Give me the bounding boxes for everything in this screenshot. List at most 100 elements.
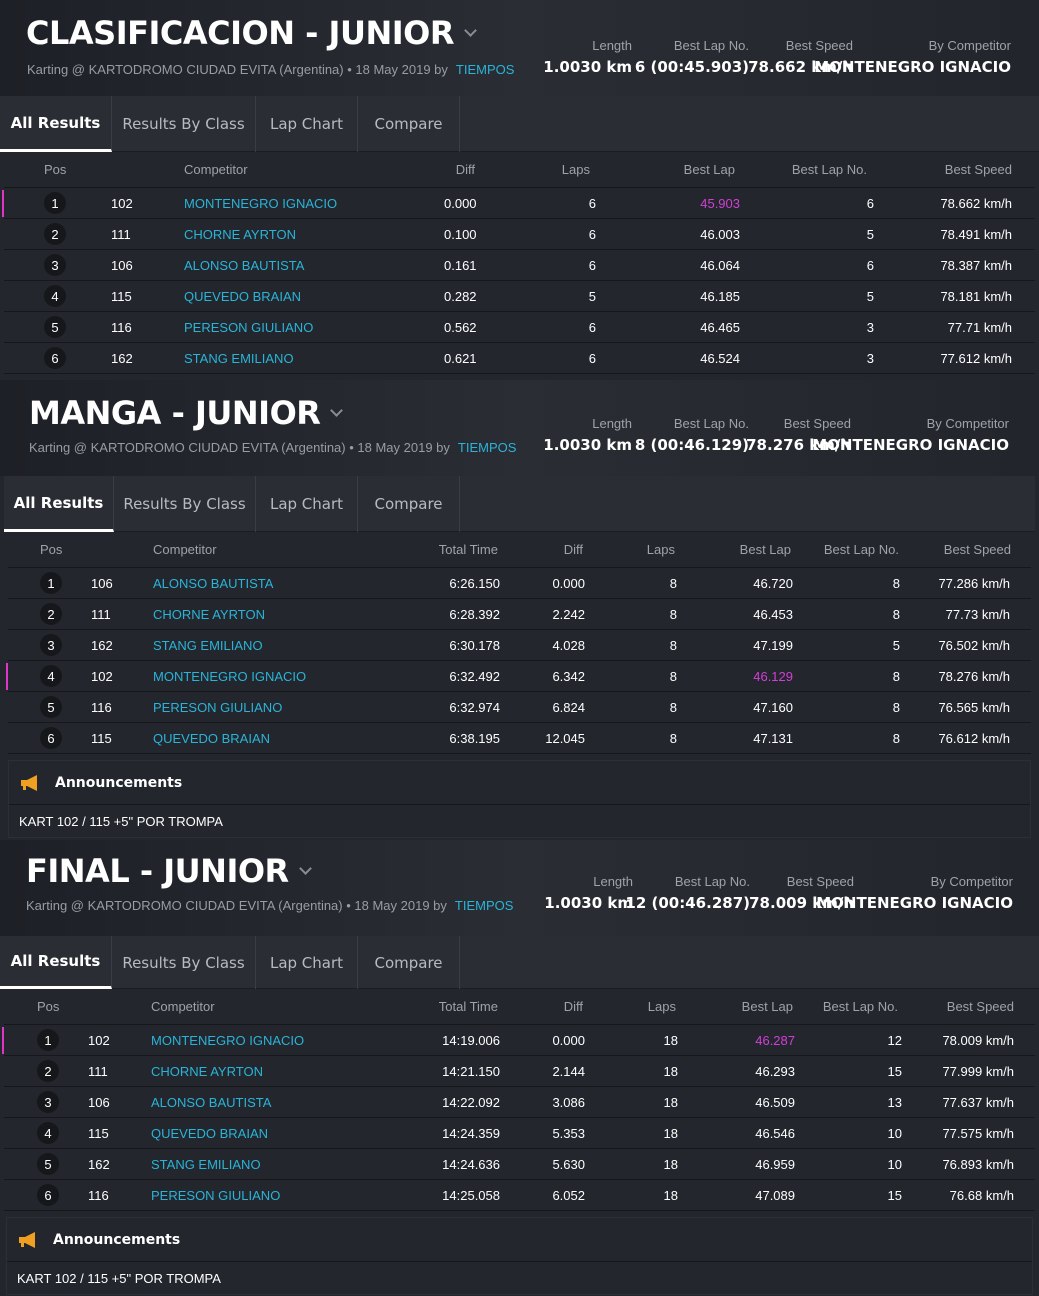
competitor-link[interactable]: PERESON GIULIANO [151, 1180, 280, 1210]
position-badge: 2 [40, 603, 62, 625]
chevron-down-icon[interactable] [298, 861, 312, 875]
pos-cell: 5 [37, 1149, 59, 1179]
session-title[interactable]: CLASIFICACION - JUNIOR [26, 14, 477, 52]
tab-all-results[interactable]: All Results [0, 936, 112, 989]
table-row[interactable]: 1 102 MONTENEGRO IGNACIO 14:19.006 0.000… [2, 1025, 1035, 1056]
session-title-text: MANGA - JUNIOR [29, 394, 321, 432]
tab-results-by-class[interactable]: Results By Class [112, 96, 256, 152]
table-row[interactable]: 3 162 STANG EMILIANO 6:30.178 4.028 8 47… [8, 630, 1031, 661]
tab-results-by-class[interactable]: Results By Class [112, 936, 256, 989]
table-row[interactable]: 4 115 QUEVEDO BRAIAN 14:24.359 5.353 18 … [4, 1118, 1035, 1149]
table-row[interactable]: 2 111 CHORNE AYRTON 14:21.150 2.144 18 4… [4, 1056, 1035, 1087]
best-speed-cell: 77.999 km/h [942, 1063, 1014, 1079]
tab-results-by-class[interactable]: Results By Class [114, 476, 256, 532]
best-lap-no-cell: 6 [866, 195, 874, 211]
tab-lap-chart[interactable]: Lap Chart [256, 476, 358, 532]
competitor-link[interactable]: ALONSO BAUTISTA [151, 1087, 271, 1117]
laps-cell: 6 [588, 319, 596, 335]
session-title-text: FINAL - JUNIOR [26, 852, 289, 890]
chevron-down-icon[interactable] [330, 403, 344, 417]
table-row[interactable]: 3 106 ALONSO BAUTISTA 14:22.092 3.086 18… [4, 1087, 1035, 1118]
tab-compare[interactable]: Compare [358, 936, 460, 989]
tab-compare[interactable]: Compare [358, 476, 460, 532]
tiempos-link[interactable]: TIEMPOS [456, 62, 515, 77]
best-lap-cell: 46.003 [700, 226, 740, 242]
tab-lap-chart[interactable]: Lap Chart [256, 96, 358, 152]
results-tabs: All Results Results By Class Lap Chart C… [4, 476, 1035, 532]
diff-cell: 0.000 [552, 1032, 585, 1048]
table-row[interactable]: 2 111 CHORNE AYRTON 0.100 6 46.003 5 78.… [4, 219, 1035, 250]
competitor-link[interactable]: QUEVEDO BRAIAN [151, 1118, 268, 1148]
total-time-cell: 6:26.150 [449, 575, 500, 591]
table-row[interactable]: 2 111 CHORNE AYRTON 6:28.392 2.242 8 46.… [8, 599, 1031, 630]
position-badge: 6 [37, 1184, 59, 1206]
table-row[interactable]: 5 116 PERESON GIULIANO 6:32.974 6.824 8 … [8, 692, 1031, 723]
competitor-link[interactable]: ALONSO BAUTISTA [153, 568, 273, 598]
table-row[interactable]: 4 115 QUEVEDO BRAIAN 0.282 5 46.185 5 78… [4, 281, 1035, 312]
diff-cell: 0.282 [444, 288, 477, 304]
total-time-cell: 6:28.392 [449, 606, 500, 622]
competitor-link[interactable]: PERESON GIULIANO [153, 692, 282, 722]
position-badge: 1 [37, 1029, 59, 1051]
best-lap-cell: 46.064 [700, 257, 740, 273]
pos-cell: 1 [40, 568, 62, 598]
table-row[interactable]: 5 162 STANG EMILIANO 14:24.636 5.630 18 … [4, 1149, 1035, 1180]
table-row[interactable]: 1 102 MONTENEGRO IGNACIO 0.000 6 45.903 … [2, 188, 1035, 219]
laps-cell: 8 [669, 699, 677, 715]
tiempos-link[interactable]: TIEMPOS [458, 440, 517, 455]
position-badge: 4 [40, 665, 62, 687]
total-time-cell: 14:22.092 [442, 1094, 500, 1110]
table-row[interactable]: 1 106 ALONSO BAUTISTA 6:26.150 0.000 8 4… [8, 568, 1031, 599]
competitor-link[interactable]: PERESON GIULIANO [184, 312, 313, 342]
tab-lap-chart[interactable]: Lap Chart [256, 936, 358, 989]
stat-length: Length 1.0030 km [543, 416, 632, 454]
laps-cell: 18 [663, 1094, 678, 1110]
laps-cell: 5 [588, 288, 596, 304]
diff-cell: 2.242 [552, 606, 585, 622]
competitor-link[interactable]: STANG EMILIANO [184, 343, 294, 373]
competitor-link[interactable]: QUEVEDO BRAIAN [153, 723, 270, 753]
competitor-link[interactable]: MONTENEGRO IGNACIO [184, 188, 337, 218]
table-row[interactable]: 4 102 MONTENEGRO IGNACIO 6:32.492 6.342 … [6, 661, 1031, 692]
table-row[interactable]: 3 106 ALONSO BAUTISTA 0.161 6 46.064 6 7… [4, 250, 1035, 281]
table-row[interactable]: 6 116 PERESON GIULIANO 14:25.058 6.052 1… [4, 1180, 1035, 1211]
competitor-link[interactable]: ALONSO BAUTISTA [184, 250, 304, 280]
table-row[interactable]: 6 162 STANG EMILIANO 0.621 6 46.524 3 77… [4, 343, 1035, 374]
kart-number: 116 [88, 1187, 109, 1203]
diff-cell: 0.562 [444, 319, 477, 335]
kart-number: 115 [88, 1125, 109, 1141]
diff-cell: 0.621 [444, 350, 477, 366]
table-row[interactable]: 6 115 QUEVEDO BRAIAN 6:38.195 12.045 8 4… [8, 723, 1031, 754]
pos-cell: 3 [44, 250, 66, 280]
tab-compare[interactable]: Compare [358, 96, 460, 152]
best-lap-cell: 46.959 [755, 1156, 795, 1172]
tab-all-results[interactable]: All Results [0, 96, 112, 152]
announcements-panel: Announcements KART 102 / 115 +5" POR TRO… [6, 1217, 1033, 1295]
best-speed-cell: 78.276 km/h [938, 668, 1010, 684]
competitor-link[interactable]: MONTENEGRO IGNACIO [153, 661, 306, 691]
session-title[interactable]: MANGA - JUNIOR [29, 394, 344, 432]
tab-all-results[interactable]: All Results [4, 476, 114, 532]
megaphone-icon [19, 1231, 35, 1248]
competitor-link[interactable]: CHORNE AYRTON [184, 219, 296, 249]
laps-cell: 18 [663, 1125, 678, 1141]
pos-cell: 5 [44, 312, 66, 342]
position-badge: 6 [40, 727, 62, 749]
laps-cell: 18 [663, 1187, 678, 1203]
competitor-link[interactable]: MONTENEGRO IGNACIO [151, 1025, 304, 1055]
tiempos-link[interactable]: TIEMPOS [455, 898, 514, 913]
announcement-text: KART 102 / 115 +5" POR TROMPA [19, 813, 223, 829]
best-lap-no-cell: 13 [887, 1094, 902, 1110]
competitor-link[interactable]: STANG EMILIANO [153, 630, 263, 660]
competitor-link[interactable]: CHORNE AYRTON [151, 1056, 263, 1086]
chevron-down-icon[interactable] [464, 23, 477, 37]
best-lap-no-cell: 10 [887, 1156, 902, 1172]
announcements-panel: Announcements KART 102 / 115 +5" POR TRO… [8, 760, 1031, 838]
table-header: Pos Competitor Total Time Diff Laps Best… [4, 989, 1035, 1025]
competitor-link[interactable]: CHORNE AYRTON [153, 599, 265, 629]
competitor-link[interactable]: QUEVEDO BRAIAN [184, 281, 301, 311]
best-lap-cell: 45.903 [700, 195, 740, 211]
table-row[interactable]: 5 116 PERESON GIULIANO 0.562 6 46.465 3 … [4, 312, 1035, 343]
competitor-link[interactable]: STANG EMILIANO [151, 1149, 261, 1179]
session-title[interactable]: FINAL - JUNIOR [26, 852, 312, 890]
